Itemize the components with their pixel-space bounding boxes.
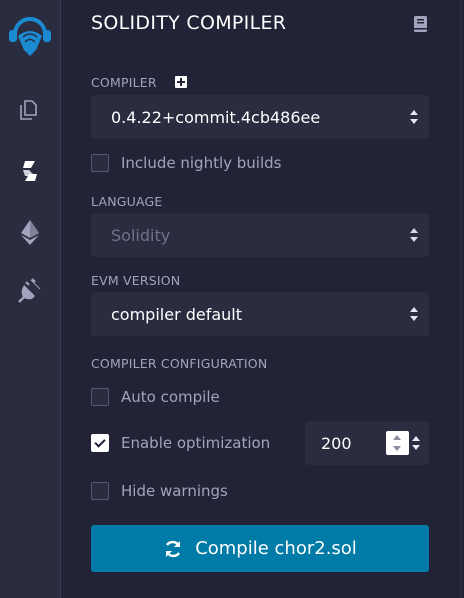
nightly-builds-label[interactable]: Include nightly builds xyxy=(121,154,281,172)
optimization-runs-value[interactable]: 200 xyxy=(321,434,352,453)
deploy-run-icon[interactable] xyxy=(15,217,45,247)
compile-button-label[interactable]: Compile chor2.sol xyxy=(195,538,357,559)
compiler-version-select[interactable]: 0.4.22+commit.4cb486ee xyxy=(91,95,429,139)
hide-warnings-option[interactable]: Hide warnings xyxy=(91,480,228,502)
solidity-compiler-panel: SOLIDITY COMPILER COMPILER 0.4.22+commit… xyxy=(61,0,462,598)
enable-optimization-checkbox[interactable] xyxy=(91,434,109,452)
add-compiler-icon[interactable] xyxy=(175,76,187,88)
compiler-version-value: 0.4.22+commit.4cb486ee xyxy=(111,107,321,127)
nightly-builds-option[interactable]: Include nightly builds xyxy=(91,152,281,174)
page-title: SOLIDITY COMPILER xyxy=(91,12,287,34)
icon-panel xyxy=(0,0,61,598)
book-icon[interactable] xyxy=(413,15,429,33)
auto-compile-checkbox[interactable] xyxy=(91,388,109,406)
language-value: Solidity xyxy=(111,225,171,245)
remix-logo-icon[interactable] xyxy=(3,4,57,60)
compiler-label: COMPILER xyxy=(91,75,157,90)
evm-version-value: compiler default xyxy=(111,304,243,324)
optimization-runs-input[interactable]: 200 xyxy=(305,421,429,465)
compile-button[interactable]: Compile chor2.sol xyxy=(91,525,429,572)
compiler-configuration-label: COMPILER CONFIGURATION xyxy=(91,356,268,371)
hide-warnings-label[interactable]: Hide warnings xyxy=(121,482,228,500)
plugin-manager-icon[interactable] xyxy=(15,276,45,306)
hide-warnings-checkbox[interactable] xyxy=(91,482,109,500)
auto-compile-option[interactable]: Auto compile xyxy=(91,386,220,408)
language-label: LANGUAGE xyxy=(91,194,163,209)
evm-version-select[interactable]: compiler default xyxy=(91,292,429,336)
decrement-arrow-icon[interactable] xyxy=(393,446,401,451)
evm-version-label: EVM VERSION xyxy=(91,273,181,288)
refresh-icon xyxy=(166,540,181,557)
chevron-updown-icon xyxy=(410,228,419,242)
chevron-updown-icon xyxy=(410,110,419,124)
language-select: Solidity xyxy=(91,213,429,257)
nightly-builds-checkbox[interactable] xyxy=(91,154,109,172)
enable-optimization-option[interactable]: Enable optimization xyxy=(91,432,270,454)
enable-optimization-label[interactable]: Enable optimization xyxy=(121,434,270,452)
auto-compile-label[interactable]: Auto compile xyxy=(121,388,220,406)
chevron-updown-icon xyxy=(410,307,419,321)
increment-arrow-icon[interactable] xyxy=(393,435,401,440)
solidity-compiler-icon[interactable] xyxy=(15,156,45,186)
runs-spinner[interactable] xyxy=(386,431,409,455)
file-explorer-icon[interactable] xyxy=(15,94,45,124)
chevron-updown-icon xyxy=(412,436,421,450)
